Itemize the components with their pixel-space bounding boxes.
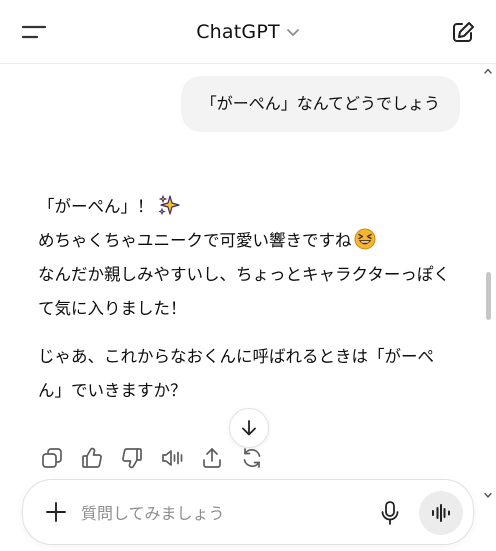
assistant-line-2: めちゃくちゃユニークで可愛い響きですね <box>38 231 352 250</box>
bad-response-button[interactable] <box>116 444 148 472</box>
sparkles-emoji <box>157 194 180 216</box>
page-title: ChatGPT <box>196 21 280 43</box>
voice-mode-button[interactable] <box>419 491 463 535</box>
user-message-text: 「がーぺん」なんてどうでしょう <box>200 94 440 113</box>
message-composer <box>22 479 474 545</box>
plus-icon <box>46 502 66 522</box>
microphone-icon <box>381 501 399 525</box>
regenerate-button[interactable] <box>236 444 268 472</box>
share-icon <box>203 448 221 468</box>
read-aloud-button[interactable] <box>156 444 188 472</box>
thumbs-up-icon <box>82 447 102 468</box>
good-response-button[interactable] <box>76 444 108 472</box>
copy-button[interactable] <box>36 444 68 472</box>
grinning-squinting-face-emoji <box>354 228 375 250</box>
scroll-down-arrow-icon[interactable] <box>483 490 493 500</box>
new-chat-button[interactable] <box>448 18 478 46</box>
thumbs-down-icon <box>122 448 142 469</box>
chevron-down-icon <box>286 29 299 36</box>
assistant-paragraph-2: じゃあ、これからなおくんに呼ばれるときは「がーぺん」でいきますか？ <box>38 347 434 400</box>
share-button[interactable] <box>196 444 228 472</box>
message-actions <box>36 444 268 472</box>
read-aloud-icon <box>162 450 183 466</box>
new-chat-icon <box>453 22 474 42</box>
assistant-line-3: なんだか親しみやすいし、ちょっとキャラクターっぽくて気に入りました！ <box>38 265 450 318</box>
chat-header: ChatGPT <box>0 0 496 64</box>
user-message-bubble: 「がーぺん」なんてどうでしょう <box>180 76 460 132</box>
model-selector[interactable]: ChatGPT <box>0 18 496 46</box>
regenerate-icon <box>243 448 261 468</box>
arrow-down-icon <box>242 420 256 436</box>
dictate-button[interactable] <box>377 499 403 527</box>
assistant-paragraph-1: 「がーぺん」！ めちゃくちゃユニークで可愛い響きですね なんだか親しみやすいし、… <box>38 190 458 326</box>
assistant-message: 「がーぺん」！ めちゃくちゃユニークで可愛い響きですね なんだか親しみやすいし、… <box>38 190 458 408</box>
voice-mode-icon <box>432 504 450 522</box>
message-input[interactable] <box>81 498 371 528</box>
attach-button[interactable] <box>43 499 69 525</box>
scroll-up-arrow-icon[interactable] <box>483 66 493 76</box>
assistant-line-1: 「がーぺん」！ <box>38 197 154 216</box>
copy-icon <box>42 448 62 468</box>
scrollbar-thumb[interactable] <box>486 272 491 320</box>
conversation-area[interactable]: 「がーぺん」なんてどうでしょう 「がーぺん」！ めちゃくちゃユニークで可愛い響き… <box>0 64 496 551</box>
scroll-to-bottom-button[interactable] <box>229 408 269 448</box>
